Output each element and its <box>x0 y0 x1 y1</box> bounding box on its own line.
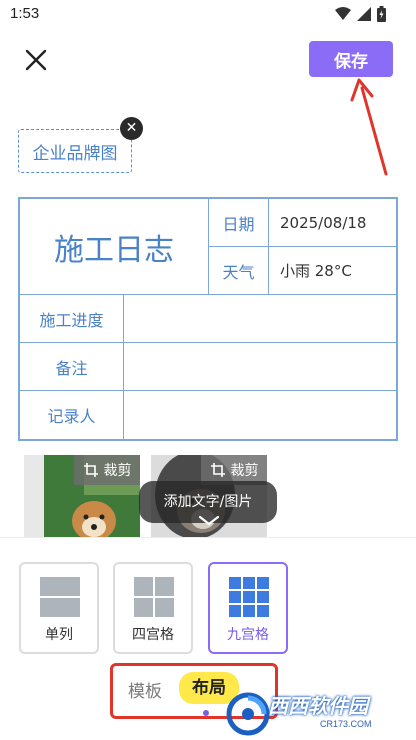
recorder-label: 记录人 <box>20 391 124 439</box>
brand-image-tag[interactable]: 企业品牌图 <box>18 129 132 173</box>
add-text-image-button[interactable]: 添加文字/图片 <box>139 481 277 526</box>
wifi-icon <box>335 7 351 20</box>
four-grid-icon <box>134 577 174 617</box>
signal-icon <box>357 7 371 21</box>
watermark-subtext: CR173.COM <box>320 719 372 729</box>
close-button[interactable] <box>20 44 52 76</box>
crop-button[interactable]: 裁剪 <box>74 455 140 485</box>
crop-icon <box>210 463 225 477</box>
chevron-down-icon <box>198 515 220 526</box>
date-value[interactable]: 2025/08/18 <box>269 199 396 247</box>
remarks-label: 备注 <box>20 343 124 391</box>
layout-option-label: 四宫格 <box>132 627 174 643</box>
construction-log-table[interactable]: 施工日志 日期 2025/08/18 天气 小雨 28°C 施工进度 备注 记录… <box>18 197 398 441</box>
remarks-value[interactable] <box>124 343 396 391</box>
progress-label: 施工进度 <box>20 295 124 343</box>
tab-template[interactable]: 模板 <box>128 677 162 702</box>
weather-label: 天气 <box>209 247 269 295</box>
crop-label: 裁剪 <box>230 463 259 479</box>
close-icon <box>25 49 47 71</box>
single-column-icon <box>40 577 80 617</box>
close-circle-icon: ✕ <box>125 120 138 136</box>
status-time: 1:53 <box>10 5 40 22</box>
crop-icon <box>83 463 98 477</box>
brand-image-label: 企业品牌图 <box>32 143 118 164</box>
photo-thumbnail[interactable]: 裁剪 <box>24 455 140 537</box>
layout-option-single[interactable]: 单列 <box>19 562 99 654</box>
status-icons <box>335 6 386 22</box>
brand-tag-remove-button[interactable]: ✕ <box>120 117 143 140</box>
add-text-image-label: 添加文字/图片 <box>163 494 253 510</box>
progress-value[interactable] <box>124 295 396 343</box>
log-title: 施工日志 <box>20 199 209 295</box>
weather-value[interactable]: 小雨 28°C <box>269 247 396 295</box>
date-label: 日期 <box>209 199 269 247</box>
layout-option-four-grid[interactable]: 四宫格 <box>113 562 193 654</box>
save-button[interactable]: 保存 <box>309 41 393 77</box>
nine-grid-icon <box>229 577 269 617</box>
layout-option-nine-grid[interactable]: 九宫格 <box>208 562 288 654</box>
layout-option-label: 单列 <box>45 627 73 643</box>
active-tab-indicator <box>203 710 209 716</box>
status-bar: 1:53 <box>0 0 416 30</box>
battery-icon <box>377 6 386 22</box>
crop-label: 裁剪 <box>103 463 132 479</box>
watermark-text: 西西软件园 <box>268 694 368 718</box>
layout-option-label: 九宫格 <box>227 627 269 643</box>
recorder-value[interactable] <box>124 391 396 439</box>
